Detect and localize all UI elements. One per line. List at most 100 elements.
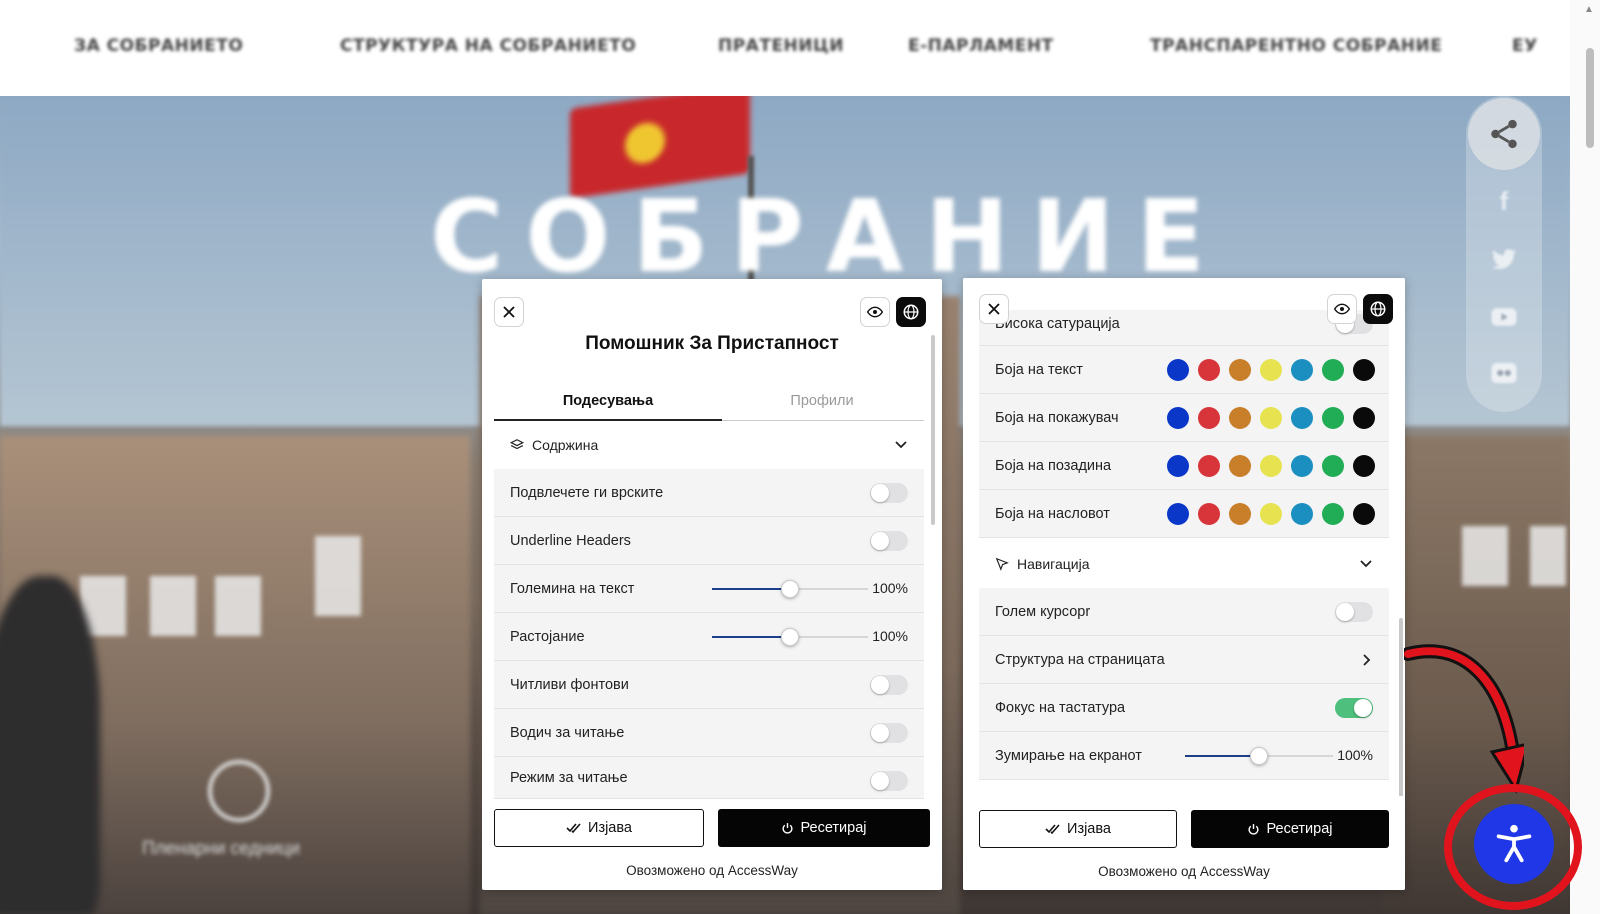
swatch-blue[interactable] bbox=[1167, 455, 1189, 477]
panel-scrollbar[interactable] bbox=[931, 335, 935, 525]
section-content[interactable]: Содржина bbox=[494, 421, 924, 469]
statement-label: Изјава bbox=[588, 820, 632, 836]
panel-scrollbar[interactable] bbox=[1399, 618, 1403, 808]
nav-item-transparent[interactable]: ТРАНСПАРЕНТНО СОБРАНИЕ bbox=[1150, 36, 1442, 56]
tab-profiles[interactable]: Профили bbox=[708, 393, 936, 409]
nav-item-about[interactable]: ЗА СОБРАНИЕТО bbox=[74, 36, 243, 56]
swatch-cyan[interactable] bbox=[1291, 503, 1313, 525]
language-button[interactable] bbox=[896, 297, 926, 327]
underline-links-toggle[interactable] bbox=[870, 483, 908, 503]
row-underline-headers[interactable]: Underline Headers bbox=[494, 517, 924, 565]
accessibility-icon bbox=[1496, 824, 1532, 863]
language-button[interactable] bbox=[1363, 294, 1393, 324]
swatch-orange[interactable] bbox=[1229, 455, 1251, 477]
row-underline-links[interactable]: Подвлечете ги врските bbox=[494, 469, 924, 517]
facebook-icon[interactable]: f bbox=[1488, 186, 1520, 218]
reading-guide-toggle[interactable] bbox=[870, 723, 908, 743]
spacing-slider[interactable] bbox=[712, 628, 868, 646]
flickr-icon[interactable] bbox=[1488, 358, 1520, 390]
swatch-red[interactable] bbox=[1198, 407, 1220, 429]
page-scrollbar-thumb[interactable] bbox=[1586, 48, 1594, 148]
close-button[interactable] bbox=[494, 297, 524, 327]
row-heading-color: Боја на насловот bbox=[979, 490, 1389, 538]
row-label: Режим за читање bbox=[510, 769, 628, 786]
swatch-yellow[interactable] bbox=[1260, 359, 1282, 381]
slider-handle[interactable] bbox=[1250, 747, 1268, 765]
row-page-structure[interactable]: Структура на страницата bbox=[979, 636, 1389, 684]
swatch-orange[interactable] bbox=[1229, 407, 1251, 429]
swatch-blue[interactable] bbox=[1167, 503, 1189, 525]
swatch-black[interactable] bbox=[1353, 455, 1375, 477]
chevron-right-icon bbox=[1363, 654, 1371, 666]
statement-button[interactable]: Изјава bbox=[494, 809, 704, 847]
section-navigation-label: Навигација bbox=[1017, 556, 1090, 572]
power-icon bbox=[782, 822, 793, 834]
slider-handle[interactable] bbox=[781, 628, 799, 646]
close-button[interactable] bbox=[979, 294, 1009, 324]
visibility-button[interactable] bbox=[1327, 294, 1357, 324]
swatch-blue[interactable] bbox=[1167, 407, 1189, 429]
scroll-up-icon[interactable]: ▲ bbox=[1584, 4, 1594, 15]
youtube-icon[interactable] bbox=[1488, 302, 1520, 334]
big-cursor-toggle[interactable] bbox=[1335, 602, 1373, 622]
share-button[interactable] bbox=[1468, 98, 1540, 170]
swatch-yellow[interactable] bbox=[1260, 455, 1282, 477]
slider-fill bbox=[1185, 755, 1259, 757]
nav-item-eu[interactable]: ЕУ bbox=[1512, 36, 1538, 56]
plenary-icon bbox=[208, 760, 270, 822]
text-size-slider[interactable] bbox=[712, 580, 868, 598]
row-readable-fonts[interactable]: Читливи фонтови bbox=[494, 661, 924, 709]
swatch-green[interactable] bbox=[1322, 455, 1344, 477]
swatch-orange[interactable] bbox=[1229, 503, 1251, 525]
slider-fill bbox=[712, 636, 790, 638]
twitter-icon[interactable] bbox=[1488, 244, 1520, 276]
visibility-button[interactable] bbox=[860, 297, 890, 327]
row-keyboard-focus[interactable]: Фокус на тастатура bbox=[979, 684, 1389, 732]
swatch-blue[interactable] bbox=[1167, 359, 1189, 381]
slider-fill bbox=[712, 588, 790, 590]
swatch-green[interactable] bbox=[1322, 407, 1344, 429]
row-label: Зумирање на екранот bbox=[995, 747, 1142, 764]
section-navigation[interactable]: Навигација bbox=[979, 540, 1389, 588]
accessibility-button[interactable] bbox=[1474, 804, 1554, 884]
window bbox=[315, 536, 361, 616]
nav-item-structure[interactable]: СТРУКТУРА НА СОБРАНИЕТО bbox=[340, 36, 636, 56]
swatch-black[interactable] bbox=[1353, 503, 1375, 525]
swatch-yellow[interactable] bbox=[1260, 407, 1282, 429]
keyboard-focus-toggle[interactable] bbox=[1335, 698, 1373, 718]
swatch-cyan[interactable] bbox=[1291, 455, 1313, 477]
swatch-green[interactable] bbox=[1322, 503, 1344, 525]
powered-by[interactable]: Овозможено од AccessWay bbox=[963, 864, 1405, 879]
page-scrollbar[interactable] bbox=[1570, 0, 1600, 914]
swatch-red[interactable] bbox=[1198, 503, 1220, 525]
slider-handle[interactable] bbox=[781, 580, 799, 598]
swatch-red[interactable] bbox=[1198, 359, 1220, 381]
statement-button[interactable]: Изјава bbox=[979, 810, 1177, 848]
swatch-cyan[interactable] bbox=[1291, 407, 1313, 429]
eye-icon bbox=[867, 306, 883, 318]
screen-zoom-slider[interactable] bbox=[1185, 747, 1333, 765]
annotation-arrow bbox=[1404, 644, 1524, 794]
nav-item-eparliament[interactable]: Е-ПАРЛАМЕНТ bbox=[908, 36, 1054, 56]
row-spacing: Растојание 100% bbox=[494, 613, 924, 661]
swatch-orange[interactable] bbox=[1229, 359, 1251, 381]
swatch-black[interactable] bbox=[1353, 407, 1375, 429]
swatch-cyan[interactable] bbox=[1291, 359, 1313, 381]
swatch-red[interactable] bbox=[1198, 455, 1220, 477]
row-reading-mode[interactable]: Режим за читање bbox=[494, 757, 924, 799]
row-big-cursor[interactable]: Голем курсорr bbox=[979, 588, 1389, 636]
row-reading-guide[interactable]: Водич за читање bbox=[494, 709, 924, 757]
underline-headers-toggle[interactable] bbox=[870, 531, 908, 551]
swatch-green[interactable] bbox=[1322, 359, 1344, 381]
readable-fonts-toggle[interactable] bbox=[870, 675, 908, 695]
hero-caption[interactable]: Пленарни седници bbox=[142, 838, 300, 859]
powered-by[interactable]: Овозможено од AccessWay bbox=[482, 863, 942, 878]
swatch-yellow[interactable] bbox=[1260, 503, 1282, 525]
tab-settings[interactable]: Подесувања bbox=[494, 393, 722, 409]
nav-item-mps[interactable]: ПРАТЕНИЦИ bbox=[718, 36, 844, 56]
reset-button[interactable]: Ресетирај bbox=[1191, 810, 1389, 848]
reset-button[interactable]: Ресетирај bbox=[718, 809, 930, 847]
reset-label: Ресетирај bbox=[1266, 821, 1333, 837]
reading-mode-toggle[interactable] bbox=[870, 771, 908, 791]
swatch-black[interactable] bbox=[1353, 359, 1375, 381]
